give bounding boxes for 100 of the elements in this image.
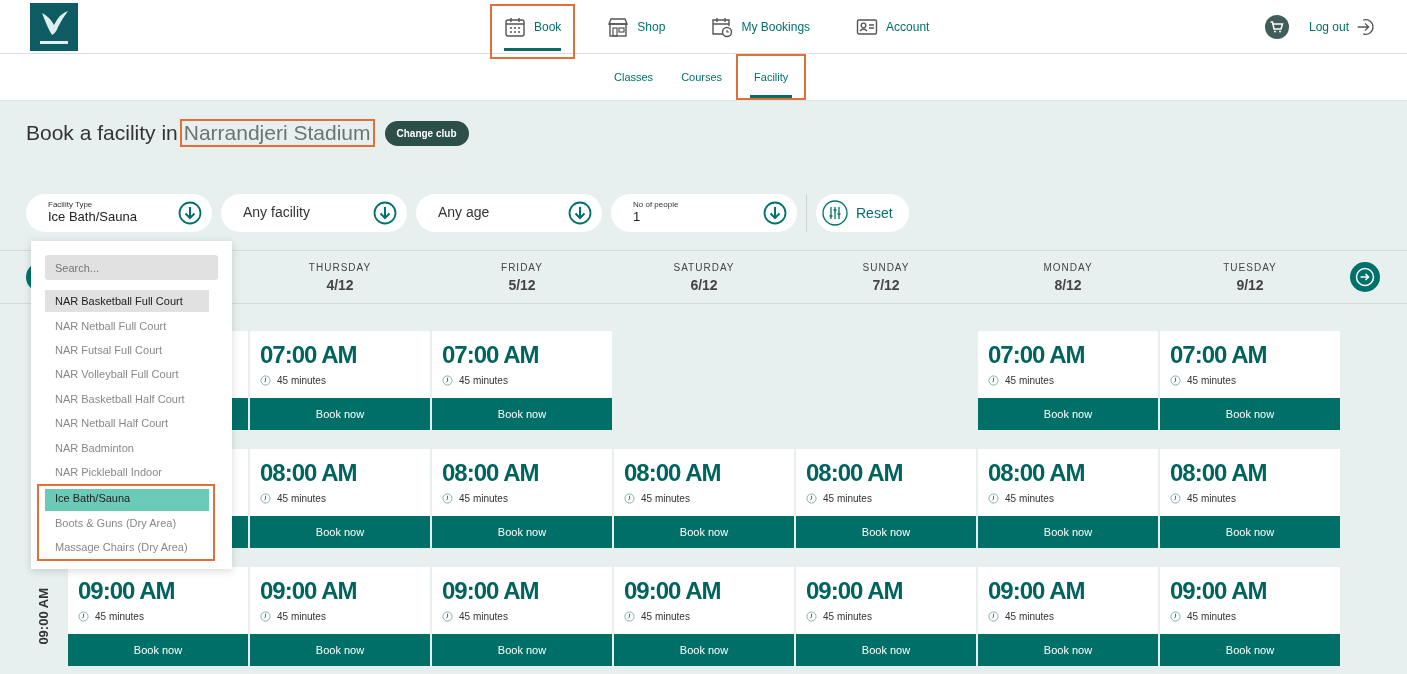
day-name: SUNDAY [862, 261, 910, 273]
slot-duration: 45 minutes [277, 493, 326, 504]
slot-duration: 45 minutes [641, 611, 690, 622]
book-now-button[interactable]: Book now [614, 516, 794, 548]
day-name: FRIDAY [501, 261, 543, 273]
nav-tab[interactable]: Account [842, 0, 944, 53]
dropdown-option[interactable]: NAR Futsal Full Court [37, 337, 215, 363]
slot-duration: 45 minutes [95, 611, 144, 622]
nav-tab[interactable]: My Bookings [697, 0, 825, 53]
slot-time: 09:00 AM [624, 577, 722, 605]
clock-icon [624, 493, 635, 504]
slot-time: 09:00 AM [1170, 577, 1268, 605]
clock-icon [988, 493, 999, 504]
book-now-button[interactable]: Book now [250, 398, 430, 430]
filter-select[interactable]: No of people 1 [611, 194, 797, 232]
nav-tab[interactable]: Shop [593, 0, 680, 53]
day-date: 5/12 [508, 276, 536, 293]
clock-icon [78, 611, 89, 622]
book-now-button[interactable]: Book now [68, 634, 248, 666]
slot-time: 07:00 AM [442, 341, 540, 369]
slot-duration: 45 minutes [1005, 493, 1054, 504]
sliders-icon [822, 200, 848, 226]
dropdown-option[interactable]: NAR Pickleball Indoor [37, 459, 215, 485]
slot-duration: 45 minutes [1005, 611, 1054, 622]
book-now-button[interactable]: Book now [1160, 516, 1340, 548]
book-now-button[interactable]: Book now [978, 398, 1158, 430]
slot-duration: 45 minutes [277, 375, 326, 386]
day-date: 4/12 [326, 276, 354, 293]
book-now-button[interactable]: Book now [796, 634, 976, 666]
dropdown-option[interactable]: Boots & Guns (Dry Area) [37, 510, 215, 535]
dropdown-option[interactable]: Massage Chairs (Dry Area) [37, 534, 215, 562]
clock-icon [806, 611, 817, 622]
clock-icon [1170, 375, 1181, 386]
slot-time: 09:00 AM [78, 577, 176, 605]
day-name: MONDAY [1043, 261, 1093, 273]
day-name: SATURDAY [673, 261, 735, 273]
book-now-button[interactable]: Book now [1160, 634, 1340, 666]
slot-time: 09:00 AM [260, 577, 358, 605]
slot-duration: 45 minutes [1005, 375, 1054, 386]
calendar-clock-icon [711, 15, 734, 38]
dropdown-option[interactable]: Ice Bath/Sauna [37, 484, 215, 511]
slot-time: 09:00 AM [988, 577, 1086, 605]
slot-time: 09:00 AM [806, 577, 904, 605]
slot-time: 08:00 AM [624, 459, 722, 487]
clock-icon [988, 375, 999, 386]
book-now-button[interactable]: Book now [432, 634, 612, 666]
page-title: Book a facility in [26, 121, 178, 145]
day-date: 6/12 [690, 276, 718, 293]
slot-time: 09:00 AM [442, 577, 540, 605]
book-now-button[interactable]: Book now [250, 516, 430, 548]
day-name: TUESDAY [1223, 261, 1277, 273]
book-now-button[interactable]: Book now [978, 516, 1158, 548]
change-club-button[interactable]: Change club [384, 120, 469, 146]
clock-icon [806, 493, 817, 504]
dropdown-option[interactable]: NAR Netball Full Court [37, 313, 215, 338]
slot-time: 08:00 AM [442, 459, 540, 487]
clock-icon [442, 375, 453, 386]
clock-icon [442, 611, 453, 622]
slot-time: 08:00 AM [260, 459, 358, 487]
book-now-button[interactable]: Book now [250, 634, 430, 666]
logout-arrow-icon [1355, 16, 1375, 37]
clock-icon [260, 493, 271, 504]
clock-icon [260, 375, 271, 386]
clock-icon [1170, 611, 1181, 622]
day-date: 7/12 [872, 276, 900, 293]
slot-duration: 45 minutes [1187, 493, 1236, 504]
book-now-button[interactable]: Book now [614, 634, 794, 666]
day-date: 9/12 [1236, 276, 1264, 293]
slot-time: 07:00 AM [1170, 341, 1268, 369]
filter-select[interactable]: Any age [416, 194, 602, 232]
reset-button[interactable]: Reset [816, 194, 909, 232]
slot-duration: 45 minutes [277, 611, 326, 622]
dropdown-option[interactable]: NAR Badminton [37, 435, 215, 460]
sub-tab[interactable]: Facility [736, 54, 807, 100]
slot-duration: 45 minutes [459, 611, 508, 622]
search-field[interactable]: Search... [45, 255, 218, 280]
sub-tab[interactable]: Courses [667, 54, 737, 100]
sub-tab[interactable]: Classes [600, 54, 668, 100]
book-now-button[interactable]: Book now [432, 398, 612, 430]
dropdown-option[interactable]: NAR Basketball Half Court [37, 386, 215, 411]
slot-duration: 45 minutes [1187, 375, 1236, 386]
clock-icon [260, 611, 271, 622]
book-now-button[interactable]: Book now [1160, 398, 1340, 430]
calendar-icon [504, 15, 526, 38]
book-now-button[interactable]: Book now [796, 516, 976, 548]
council-logo-icon[interactable] [30, 2, 78, 51]
slot-time: 07:00 AM [260, 341, 358, 369]
dropdown-option[interactable]: NAR Netball Half Court [37, 410, 215, 436]
slot-duration: 45 minutes [823, 611, 872, 622]
dropdown-option[interactable]: NAR Volleyball Full Court [37, 362, 215, 387]
book-now-button[interactable]: Book now [432, 516, 612, 548]
logout-link[interactable]: Log out [1308, 16, 1375, 37]
clock-icon [624, 611, 635, 622]
slot-time: 08:00 AM [1170, 459, 1268, 487]
cart-icon[interactable] [1264, 14, 1289, 39]
book-now-button[interactable]: Book now [978, 634, 1158, 666]
slot-time: 07:00 AM [988, 341, 1086, 369]
slot-duration: 45 minutes [459, 493, 508, 504]
filter-select[interactable]: Any facility [221, 194, 407, 232]
filter-select[interactable]: Facility Type Ice Bath/Sauna [26, 194, 212, 232]
